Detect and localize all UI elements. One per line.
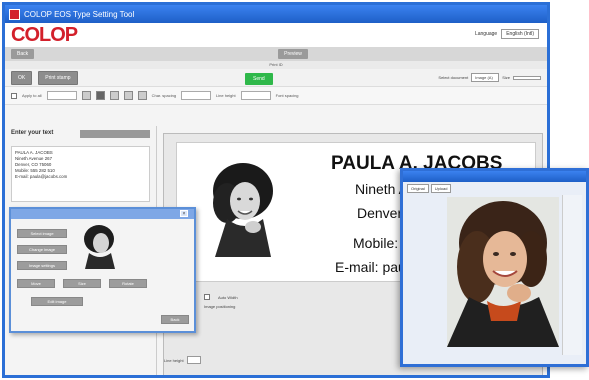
line-height-option-label: Line height: [164, 357, 184, 363]
print-stamp-button[interactable]: Print stamp: [38, 70, 78, 85]
image-settings-button[interactable]: Image settings: [17, 261, 67, 270]
window-title: COLOP EOS Type Setting Tool: [24, 9, 135, 19]
language-label: Language: [474, 31, 498, 37]
tab-original[interactable]: Original: [407, 184, 429, 193]
send-button[interactable]: Send: [245, 73, 273, 85]
logo-row: COLOP Language English (Intl): [5, 23, 547, 47]
font-spacing-label: Font spacing: [275, 93, 299, 98]
image-dialog-titlebar: ×: [11, 209, 194, 219]
move-button[interactable]: Move: [17, 279, 55, 288]
line-height-control: Line height: [164, 356, 201, 364]
font-select[interactable]: [46, 91, 77, 100]
select-image-button[interactable]: Select image: [17, 229, 67, 238]
line-height-field[interactable]: [240, 91, 271, 100]
image-positioning-row: Image positioning: [204, 304, 235, 309]
document-select-label: Select document: [438, 75, 469, 80]
language-select[interactable]: English (Intl): [501, 29, 539, 39]
align-right-icon[interactable]: [109, 91, 119, 100]
line-height-stepper[interactable]: [186, 356, 201, 364]
auto-width-label: Auto Width: [218, 294, 238, 300]
size-label: Size: [502, 75, 510, 80]
document-select-group: Select document Image (A) Size: [438, 73, 541, 82]
stamp-email-line: E-mail: pau: [335, 259, 406, 275]
photo-window-titlebar: [403, 171, 586, 182]
photo-window-sidebar: [562, 195, 582, 355]
size-button[interactable]: Size: [63, 279, 101, 288]
image-positioning-label: Image positioning: [204, 304, 236, 309]
apply-all-checkbox[interactable]: [11, 92, 17, 99]
main-toolbar: OK Print stamp Send Select document Imag…: [5, 69, 547, 87]
text-entry-header: Enter your text: [5, 126, 156, 142]
align-center-icon[interactable]: [95, 91, 105, 100]
image-thumbnail: [79, 223, 121, 269]
colop-logo: COLOP: [11, 23, 78, 46]
auto-width-checkbox[interactable]: [204, 294, 210, 300]
tabs-row: Back Preview: [5, 47, 547, 61]
ok-button[interactable]: OK: [11, 70, 33, 85]
text-entry-action-button[interactable]: [80, 130, 150, 138]
rotate-button[interactable]: Rotate: [109, 279, 147, 288]
photo-window-tabs: Original Upload: [403, 182, 586, 195]
image-options-row: Auto Width: [204, 294, 238, 300]
bold-icon[interactable]: [123, 91, 133, 100]
text-entry-heading: Enter your text: [11, 130, 54, 136]
tab-preview[interactable]: Preview: [278, 49, 308, 59]
tab-upload[interactable]: Upload: [430, 184, 452, 193]
text-input-area[interactable]: PAULA A. JACOBS Nineth Avenue 267 Denver…: [11, 146, 150, 202]
align-left-icon[interactable]: [81, 91, 91, 100]
char-spacing-field[interactable]: [181, 91, 212, 100]
stamp-city-line: Denver,: [357, 205, 406, 221]
image-dialog: × Select image Change image Image settin…: [9, 207, 196, 333]
size-select[interactable]: [513, 75, 541, 80]
tab-back[interactable]: Back: [11, 49, 35, 59]
italic-icon[interactable]: [137, 91, 147, 100]
photo-window: Original Upload: [400, 168, 589, 367]
format-toolbar: Apply to all Char. spacing Line height F…: [5, 87, 547, 105]
portrait-photo: [447, 197, 559, 347]
char-spacing-label: Char. spacing: [151, 93, 177, 98]
text-line: E-mail: paula@jacobs.com: [15, 174, 68, 179]
document-select[interactable]: Image (A): [471, 73, 500, 82]
edit-image-button[interactable]: Edit image: [31, 297, 83, 306]
apply-all-label: Apply to all: [22, 93, 42, 98]
portrait-bw-image: [213, 163, 273, 257]
title-bar: COLOP EOS Type Setting Tool: [5, 5, 547, 23]
language-picker: Language English (Intl): [475, 29, 539, 39]
change-image-button[interactable]: Change image: [17, 245, 67, 254]
back-button[interactable]: Back: [161, 315, 189, 324]
app-icon: [9, 8, 20, 20]
close-icon[interactable]: ×: [180, 210, 188, 217]
line-height-label: Line height: [216, 93, 236, 98]
caption-row: Print ID: [5, 61, 547, 69]
